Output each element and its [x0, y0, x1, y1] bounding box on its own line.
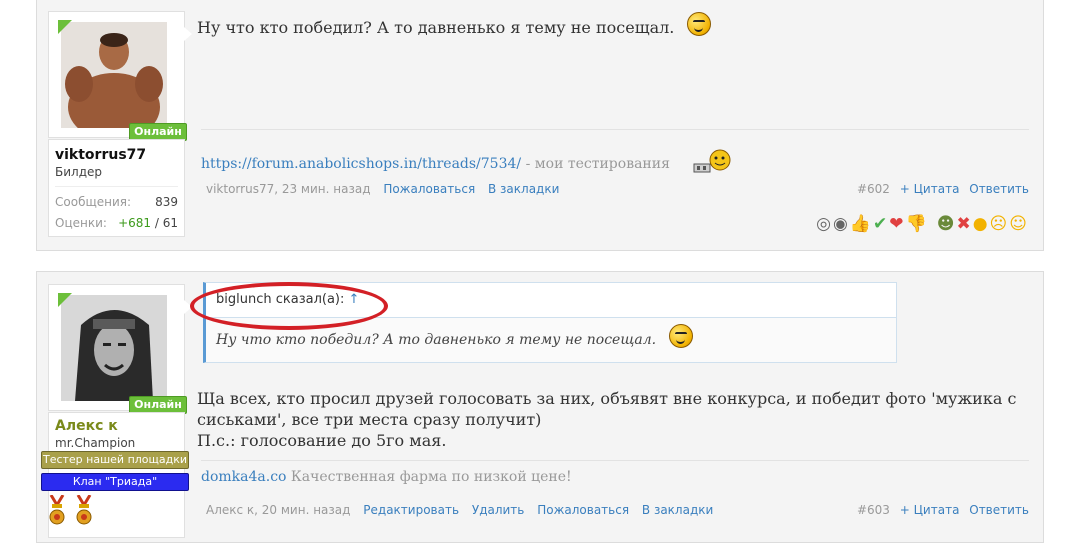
highlight-ellipse [190, 282, 388, 330]
confused-smiley-icon[interactable]: ◎ [816, 214, 833, 234]
wink-smiley-icon[interactable]: ● [973, 214, 990, 234]
quote-link[interactable]: + Цитата [900, 182, 960, 196]
message-body: Ща всех, кто просил друзей голосовать за… [197, 388, 1031, 451]
signature-divider [201, 460, 1029, 461]
signature-divider [201, 129, 1029, 130]
signature-text: - мои тестирования [521, 156, 670, 172]
message-bubble-arrow [184, 27, 192, 41]
signature-link[interactable]: domka4a.co [201, 469, 286, 485]
post-meta: viktorrus77, 23 мин. назад Пожаловаться … [206, 182, 559, 196]
signature: domka4a.co Качественная фарма по низкой … [201, 469, 572, 485]
message-text: Ну что кто победил? А то давненько я тем… [197, 18, 675, 37]
bookmark-link[interactable]: В закладки [488, 182, 559, 196]
ratings-label: Оценки: [55, 216, 107, 230]
clan-badge: Клан "Триада" [41, 473, 189, 491]
bookmark-link[interactable]: В закладки [642, 503, 713, 517]
thumbs-up-icon[interactable]: 👍 [850, 214, 873, 234]
smiley-icon [668, 324, 693, 348]
post-meta: Алекс к, 20 мин. назад Редактировать Уда… [206, 503, 713, 517]
online-corner [58, 20, 72, 34]
dancing-smiley-icon [692, 148, 734, 180]
post-actions: #602 + Цитата Ответить [857, 182, 1029, 196]
ratings-positive: +681 [118, 216, 152, 230]
signature: https://forum.anabolicshops.in/threads/7… [201, 148, 734, 180]
surprised-smiley-icon[interactable]: ☺ [1009, 214, 1029, 234]
post-number[interactable]: #602 [857, 182, 890, 196]
smiley-icon [687, 11, 712, 36]
online-corner [58, 293, 72, 307]
cross-icon[interactable]: ✖ [956, 214, 972, 234]
post-603: Онлайн Алекс к mr.Champion biglunch сказ… [36, 271, 1044, 543]
post-actions: #603 + Цитата Ответить [857, 503, 1029, 517]
reply-link[interactable]: Ответить [969, 182, 1029, 196]
thumbs-down-icon[interactable]: 👎 [906, 214, 929, 234]
tester-badge: Тестер нашей площадки [41, 451, 189, 469]
avatar-frame [48, 11, 185, 138]
avatar-frame [48, 284, 185, 411]
username[interactable]: Алекс к [55, 418, 118, 434]
military-smiley-icon[interactable]: ☻ [937, 214, 957, 234]
ratings-rest: / 61 [151, 216, 178, 230]
sad-smiley-icon[interactable]: ☹ [990, 214, 1010, 234]
medal-icon [76, 495, 92, 525]
dizzy-smiley-icon[interactable]: ◉ [833, 214, 850, 234]
edit-link[interactable]: Редактировать [363, 503, 459, 517]
avatar[interactable] [61, 22, 167, 128]
messages-count: 839 [155, 195, 178, 209]
reply-link[interactable]: Ответить [969, 503, 1029, 517]
check-icon[interactable]: ✔ [873, 214, 889, 234]
message-line: Ща всех, кто просил друзей голосовать за… [197, 389, 1017, 408]
user-title: mr.Champion [55, 436, 136, 450]
post-602: Онлайн viktorrus77 Билдер Сообщения: 839… [36, 0, 1044, 251]
user-title: Билдер [55, 165, 102, 179]
message-body: Ну что кто победил? А то давненько я тем… [197, 11, 1031, 38]
heart-icon[interactable]: ❤ [889, 214, 905, 234]
ratings-value: +681 / 61 [118, 216, 178, 230]
signature-text: Качественная фарма по низкой цене! [286, 469, 572, 485]
author-time[interactable]: viktorrus77, 23 мин. назад [206, 182, 370, 196]
signature-link[interactable]: https://forum.anabolicshops.in/threads/7… [201, 156, 521, 172]
report-link[interactable]: Пожаловаться [537, 503, 629, 517]
avatar[interactable] [61, 295, 167, 401]
report-link[interactable]: Пожаловаться [383, 182, 475, 196]
post-number[interactable]: #603 [857, 503, 890, 517]
medal-icon [49, 495, 65, 525]
user-info-panel: viktorrus77 Билдер Сообщения: 839 Оценки… [48, 139, 185, 237]
reaction-bar: ◎◉👍✔❤👎 ☻✖●☹☺ [816, 214, 1029, 234]
quote-text: Ну что кто победил? А то давненько я тем… [216, 332, 657, 348]
delete-link[interactable]: Удалить [472, 503, 525, 517]
username[interactable]: viktorrus77 [55, 147, 146, 163]
author-time[interactable]: Алекс к, 20 мин. назад [206, 503, 350, 517]
messages-label: Сообщения: [55, 195, 132, 209]
message-line: П.с.: голосование до 5го мая. [197, 431, 447, 450]
message-line: сиськами', все три места сразу получит) [197, 410, 542, 429]
quote-link[interactable]: + Цитата [900, 503, 960, 517]
